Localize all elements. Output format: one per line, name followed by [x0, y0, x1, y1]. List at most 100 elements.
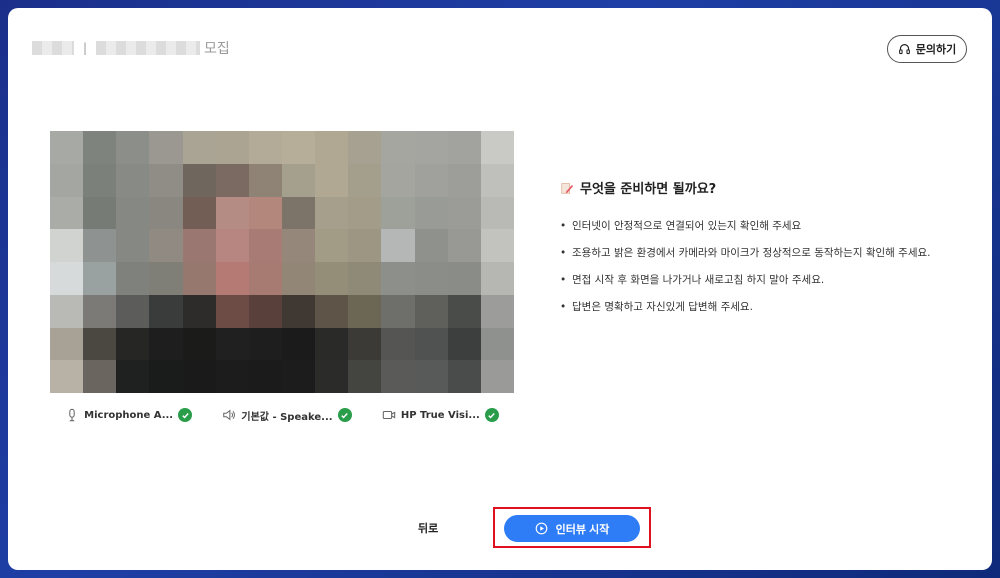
mosaic-cell — [414, 196, 448, 230]
device-status-list: Microphone A... 기본값 - Speake... HP True … — [50, 406, 514, 424]
mosaic-cell — [315, 327, 349, 361]
mosaic-cell — [50, 196, 84, 230]
mosaic-cell — [315, 294, 349, 328]
mosaic-cell — [83, 229, 117, 262]
mosaic-cell — [381, 327, 415, 361]
mosaic-cell — [281, 360, 316, 393]
mosaic-cell — [381, 294, 415, 328]
mosaic-cell — [83, 196, 117, 230]
mosaic-cell — [215, 294, 249, 328]
preparation-title: 무엇을 준비하면 될까요? — [580, 182, 717, 197]
mosaic-cell — [149, 163, 183, 197]
mosaic-cell — [116, 229, 150, 262]
list-item: 인터넷이 안정적으로 연결되어 있는지 확인해 주세요 — [560, 219, 970, 234]
mosaic-cell — [116, 131, 150, 164]
mosaic-cell — [381, 196, 415, 230]
mosaic-cell — [447, 327, 481, 361]
mosaic-cell — [50, 229, 84, 262]
check-icon — [178, 408, 193, 422]
main-panel: | 모집 문의하기 Microphone A... 기본값 - Speake..… — [8, 8, 992, 570]
mosaic-cell — [315, 360, 349, 393]
mosaic-cell — [480, 163, 514, 197]
device-label: HP True Visi... — [400, 409, 480, 421]
mosaic-cell — [480, 196, 514, 230]
memo-pencil-icon — [561, 182, 574, 194]
mosaic-cell — [315, 163, 349, 197]
pixelated-video-feed — [50, 131, 514, 393]
mosaic-cell — [182, 294, 216, 328]
mosaic-cell — [182, 163, 216, 197]
mosaic-cell — [248, 163, 282, 197]
speaker-icon — [223, 409, 236, 421]
mosaic-cell — [348, 294, 382, 328]
mosaic-cell — [83, 131, 117, 164]
start-interview-button[interactable]: 인터뷰 시작 — [504, 515, 640, 542]
mosaic-cell — [83, 163, 117, 197]
list-item: 조용하고 밝은 환경에서 카메라와 마이크가 정상적으로 동작하는지 확인해 주… — [560, 246, 970, 261]
mosaic-cell — [480, 131, 514, 164]
blurred-position-name — [96, 41, 201, 55]
mosaic-cell — [149, 196, 183, 230]
microphone-icon — [69, 408, 75, 422]
mosaic-cell — [116, 294, 150, 328]
mosaic-cell — [381, 262, 415, 295]
mosaic-cell — [149, 294, 183, 328]
mosaic-cell — [182, 327, 216, 361]
mosaic-cell — [182, 360, 216, 393]
mosaic-cell — [182, 131, 216, 164]
list-item: 면접 시작 후 화면을 나가거나 새로고침 하지 말아 주세요. — [560, 273, 970, 288]
mosaic-cell — [414, 360, 448, 393]
play-circle-icon — [535, 522, 548, 535]
preparation-list: 인터넷이 안정적으로 연결되어 있는지 확인해 주세요 조용하고 밝은 환경에서… — [560, 219, 970, 315]
mosaic-cell — [480, 294, 514, 328]
mosaic-cell — [281, 262, 316, 295]
mosaic-cell — [182, 262, 216, 295]
mosaic-cell — [315, 131, 349, 164]
mosaic-cell — [348, 262, 382, 295]
mosaic-cell — [182, 229, 216, 262]
mosaic-cell — [248, 229, 282, 262]
mosaic-cell — [50, 360, 84, 393]
mosaic-cell — [447, 196, 481, 230]
mosaic-cell — [315, 196, 349, 230]
mosaic-cell — [480, 360, 514, 393]
mosaic-cell — [348, 327, 382, 361]
mosaic-cell — [215, 131, 249, 164]
mosaic-cell — [281, 229, 316, 262]
mosaic-cell — [315, 229, 349, 262]
mosaic-cell — [381, 131, 415, 164]
mosaic-cell — [83, 294, 117, 328]
mosaic-cell — [281, 294, 316, 328]
inquiry-button[interactable]: 문의하기 — [887, 35, 967, 63]
mosaic-cell — [248, 196, 282, 230]
blurred-company-name — [32, 41, 74, 55]
mosaic-cell — [281, 131, 316, 164]
camera-preview — [50, 131, 514, 393]
mosaic-cell — [149, 229, 183, 262]
mosaic-cell — [414, 327, 448, 361]
mosaic-cell — [50, 131, 84, 164]
mosaic-cell — [116, 262, 150, 295]
mosaic-cell — [182, 196, 216, 230]
mosaic-cell — [381, 163, 415, 197]
mosaic-cell — [248, 327, 282, 361]
device-label: Microphone A... — [84, 409, 174, 421]
mosaic-cell — [149, 262, 183, 295]
mosaic-cell — [348, 229, 382, 262]
mosaic-cell — [414, 229, 448, 262]
mosaic-cell — [50, 294, 84, 328]
mosaic-cell — [414, 294, 448, 328]
mosaic-cell — [480, 262, 514, 295]
start-interview-label: 인터뷰 시작 — [555, 523, 610, 536]
page-title: 모집 — [204, 41, 230, 57]
mosaic-cell — [447, 360, 481, 393]
back-button[interactable]: 뒤로 — [418, 520, 438, 536]
device-label: 기본값 - Speake... — [241, 411, 333, 423]
mosaic-cell — [447, 262, 481, 295]
device-camera: HP True Visi... — [382, 408, 499, 422]
mosaic-cell — [215, 196, 249, 230]
mosaic-cell — [149, 360, 183, 393]
mosaic-cell — [83, 360, 117, 393]
mosaic-cell — [215, 360, 249, 393]
mosaic-cell — [447, 163, 481, 197]
